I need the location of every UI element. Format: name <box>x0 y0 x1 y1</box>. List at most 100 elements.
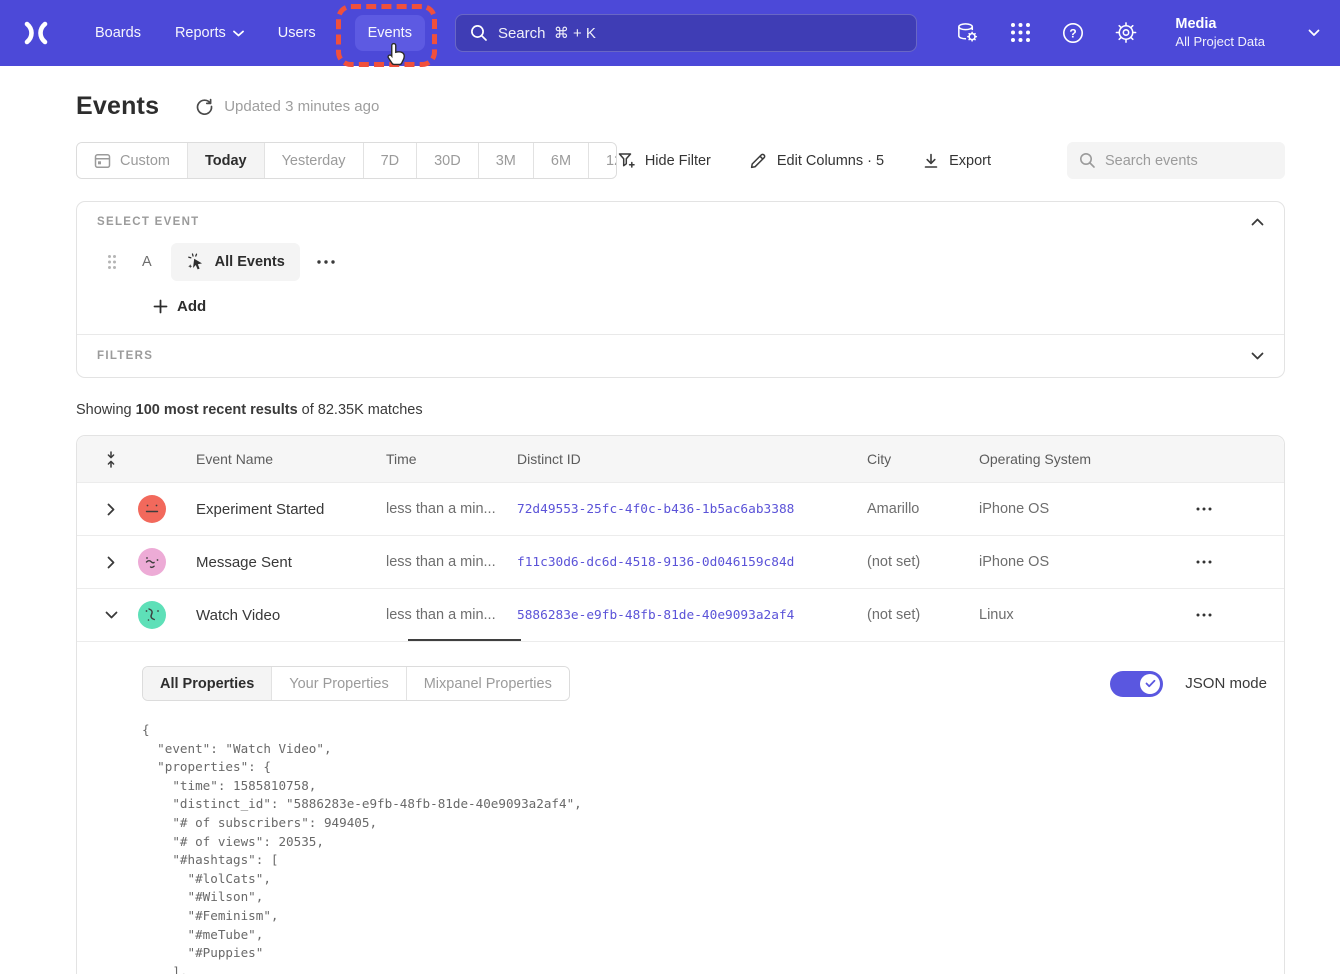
date-range-control: Custom Today Yesterday 7D 30D 3M 6M 12M <box>76 142 617 179</box>
date-range-7d[interactable]: 7D <box>363 143 417 178</box>
table-row-expanded[interactable]: Watch Video less than a min... 5886283e-… <box>77 588 1284 641</box>
table-row[interactable]: Message Sent less than a min... f11c30d6… <box>77 535 1284 588</box>
event-json-view: { "event": "Watch Video", "properties": … <box>142 721 1267 974</box>
table-row[interactable]: Experiment Started less than a min... 72… <box>77 482 1284 535</box>
toolbar-actions: Hide Filter Edit Columns · 5 Export <box>617 142 1285 179</box>
add-label: Add <box>177 298 206 315</box>
expand-section-button[interactable] <box>1251 352 1264 360</box>
hide-filter-button[interactable]: Hide Filter <box>617 151 711 170</box>
tab-your-properties[interactable]: Your Properties <box>271 667 405 700</box>
nav-item-users[interactable]: Users <box>265 15 329 51</box>
date-range-yesterday[interactable]: Yesterday <box>264 143 363 178</box>
cell-distinct-id-link[interactable]: 72d49553-25fc-4f0c-b436-1b5ac6ab3388 <box>517 502 867 517</box>
date-range-label: 7D <box>381 153 400 169</box>
cell-os: iPhone OS <box>979 554 1184 570</box>
nav-label: Reports <box>175 25 226 41</box>
project-selector[interactable]: Media All Project Data <box>1175 15 1265 51</box>
hide-filter-label: Hide Filter <box>645 153 711 169</box>
date-range-label: 3M <box>496 153 516 169</box>
json-mode-toggle[interactable] <box>1110 671 1163 697</box>
row-actions-button[interactable] <box>1196 613 1212 617</box>
date-range-6m[interactable]: 6M <box>533 143 588 178</box>
edit-columns-label: Edit Columns · 5 <box>777 153 884 169</box>
cell-event-name: Watch Video <box>196 607 386 624</box>
date-range-custom[interactable]: Custom <box>77 143 187 178</box>
toolbar: Custom Today Yesterday 7D 30D 3M 6M 12M … <box>76 142 1285 179</box>
date-range-30d[interactable]: 30D <box>416 143 478 178</box>
summary-count: 100 most recent results <box>136 402 298 418</box>
mixpanel-logo-icon[interactable] <box>20 17 52 49</box>
cell-city: (not set) <box>867 607 979 623</box>
nav-item-events[interactable]: Events <box>355 15 425 51</box>
date-range-3m[interactable]: 3M <box>478 143 533 178</box>
main-content: Events Updated 3 minutes ago Custom Toda… <box>0 92 1340 974</box>
search-events-input[interactable] <box>1067 153 1285 169</box>
collapse-row-button[interactable] <box>105 611 118 619</box>
add-event-button[interactable]: Add <box>153 298 1284 315</box>
results-summary: Showing 100 most recent results of 82.35… <box>76 402 1285 418</box>
collapse-all-icon[interactable] <box>105 451 117 468</box>
global-search-input[interactable] <box>456 25 916 42</box>
expand-row-button[interactable] <box>107 556 115 569</box>
drag-handle-icon[interactable] <box>107 254 117 270</box>
table-header-row: Event Name Time Distinct ID City Operati… <box>77 436 1284 482</box>
cell-distinct-id-link[interactable]: 5886283e-e9fb-48fb-81de-40e9093a2af4 <box>517 608 867 623</box>
nav-item-reports[interactable]: Reports <box>162 15 257 51</box>
data-management-icon[interactable] <box>955 21 979 45</box>
export-button[interactable]: Export <box>922 152 991 170</box>
global-search[interactable] <box>455 14 917 52</box>
date-range-12m[interactable]: 12M <box>588 143 617 178</box>
edit-columns-button[interactable]: Edit Columns · 5 <box>749 151 884 170</box>
row-actions-button[interactable] <box>1196 560 1212 564</box>
cell-distinct-id-link[interactable]: f11c30d6-dc6d-4518-9136-0d046159c84d <box>517 555 867 570</box>
page-title: Events <box>76 92 159 121</box>
apps-grid-icon[interactable] <box>1008 21 1032 45</box>
expand-row-button[interactable] <box>107 503 115 516</box>
calendar-icon <box>94 152 111 169</box>
date-range-today[interactable]: Today <box>187 143 264 178</box>
column-header-city: City <box>867 451 979 467</box>
refresh-button[interactable] <box>195 97 214 116</box>
nav-label: Events <box>368 25 412 41</box>
cell-os: Linux <box>979 607 1184 623</box>
check-icon <box>1145 679 1156 688</box>
row-actions-button[interactable] <box>1196 507 1212 511</box>
summary-suffix: of 82.35K matches <box>298 402 423 418</box>
cell-event-name: Experiment Started <box>196 501 386 518</box>
select-event-header: SELECT EVENT <box>77 202 1284 228</box>
tab-mixpanel-properties[interactable]: Mixpanel Properties <box>406 667 569 700</box>
event-avatar <box>138 548 166 576</box>
navbar-right: ? Media All Project Data <box>955 15 1320 51</box>
event-more-options-button[interactable] <box>317 260 335 264</box>
query-builder-card: SELECT EVENT A All Events <box>76 201 1285 378</box>
search-events-field[interactable] <box>1067 142 1285 179</box>
chevron-down-icon <box>1251 352 1264 360</box>
pencil-icon <box>749 151 768 170</box>
mixpanel-events-page: Boards Reports Users Events <box>0 0 1340 974</box>
cell-time: less than a min... <box>386 501 517 517</box>
chevron-right-icon <box>107 503 115 516</box>
primary-nav: Boards Reports Users Events <box>82 15 425 51</box>
face-doodle-icon <box>138 601 166 629</box>
json-mode-label: JSON mode <box>1185 675 1267 692</box>
ellipsis-icon <box>1196 507 1212 511</box>
chevron-down-icon[interactable] <box>1308 29 1320 37</box>
project-name: Media <box>1175 15 1265 34</box>
settings-gear-icon[interactable] <box>1114 21 1138 45</box>
collapse-section-button[interactable] <box>1251 218 1264 226</box>
column-header-event-name: Event Name <box>196 451 386 467</box>
nav-item-boards[interactable]: Boards <box>82 15 154 51</box>
tab-all-properties[interactable]: All Properties <box>143 667 271 700</box>
date-range-label: Today <box>205 153 247 169</box>
column-header-time: Time <box>386 451 517 467</box>
event-selector-button[interactable]: All Events <box>171 243 300 281</box>
face-doodle-icon <box>138 495 166 523</box>
selected-event-name: All Events <box>215 254 285 270</box>
export-label: Export <box>949 153 991 169</box>
search-icon <box>470 24 488 42</box>
filters-section-header[interactable]: FILTERS <box>77 335 1284 377</box>
event-detail-panel: All Properties Your Properties Mixpanel … <box>77 641 1284 974</box>
help-icon[interactable]: ? <box>1061 21 1085 45</box>
cell-event-name: Message Sent <box>196 554 386 571</box>
column-header-distinct-id: Distinct ID <box>517 451 867 467</box>
